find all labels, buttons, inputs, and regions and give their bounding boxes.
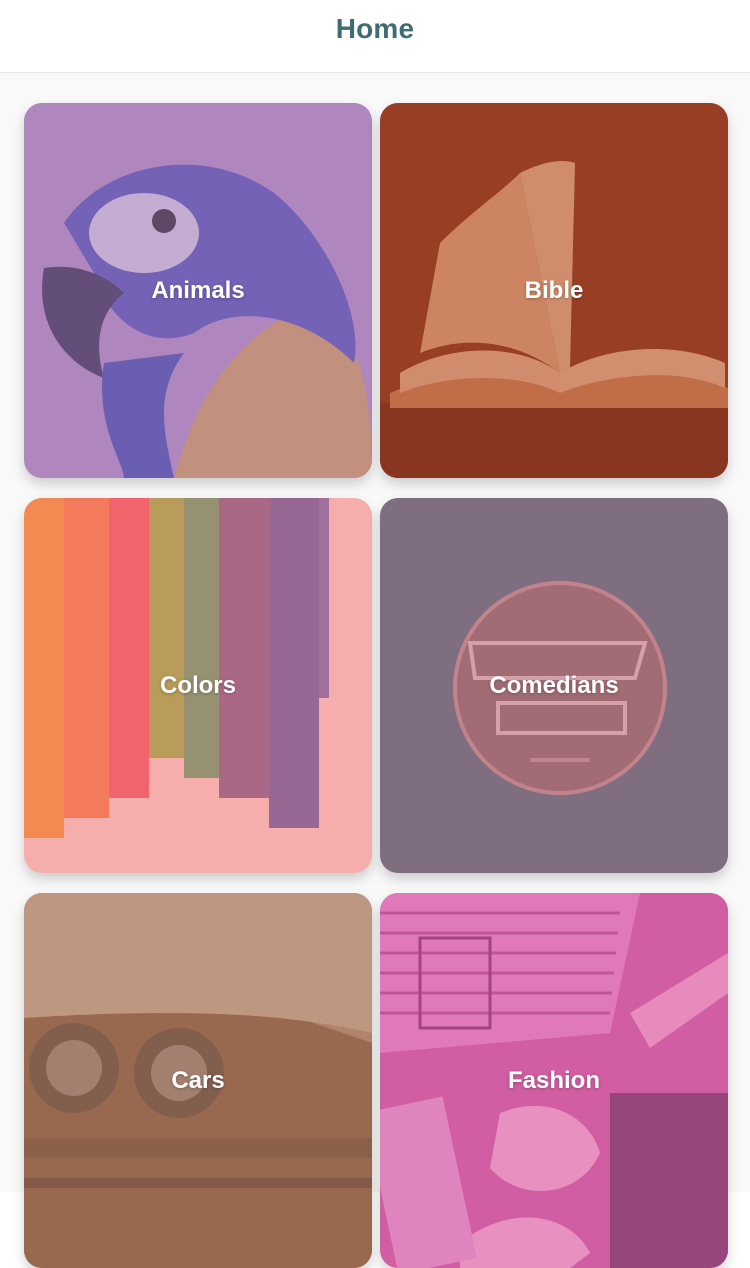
category-label: Fashion xyxy=(507,1066,600,1094)
category-grid: Animals Bible Colors Comedians Cars Fash… xyxy=(0,73,750,1268)
category-label: Animals xyxy=(151,276,245,304)
category-tile-animals[interactable]: Animals xyxy=(24,103,372,478)
category-label: Comedians xyxy=(489,671,619,699)
category-label: Bible xyxy=(524,276,584,304)
category-tile-bible[interactable]: Bible xyxy=(380,103,728,478)
category-tile-cars[interactable]: Cars xyxy=(24,893,372,1268)
category-tile-colors[interactable]: Colors xyxy=(24,498,372,873)
category-label: Cars xyxy=(171,1066,225,1094)
category-tile-fashion[interactable]: Fashion xyxy=(380,893,728,1268)
category-label: Colors xyxy=(159,671,236,699)
app-header: Home xyxy=(0,0,750,73)
page-title: Home xyxy=(335,13,415,44)
category-tile-comedians[interactable]: Comedians xyxy=(380,498,728,873)
